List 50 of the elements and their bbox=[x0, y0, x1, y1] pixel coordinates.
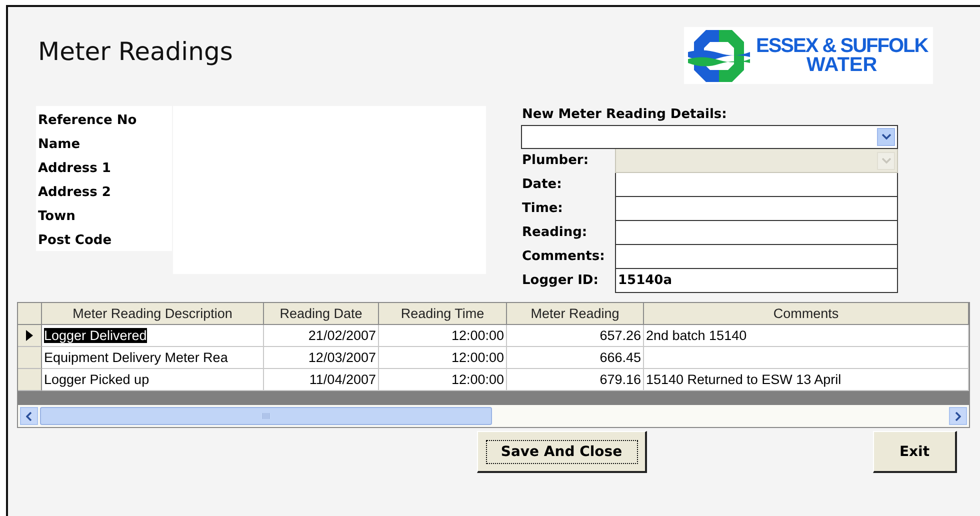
table-cell: 15140 Returned to ESW 13 April bbox=[644, 369, 969, 391]
table-cell: 12:00:00 bbox=[379, 347, 507, 369]
table-cell: 12:00:00 bbox=[379, 369, 507, 391]
column-header[interactable]: Comments bbox=[644, 303, 969, 325]
exit-button[interactable]: Exit bbox=[873, 431, 957, 473]
save-button[interactable]: Save And Close bbox=[477, 431, 647, 473]
scroll-right-icon[interactable] bbox=[949, 407, 967, 425]
row-selector[interactable] bbox=[18, 325, 42, 347]
input-field[interactable] bbox=[615, 197, 898, 221]
table-cell: Equipment Delivery Meter Rea bbox=[42, 347, 264, 369]
field-label: Town bbox=[37, 208, 76, 226]
selected-cell-text: Logger Delivered bbox=[44, 328, 147, 343]
table-cell: Logger Picked up bbox=[42, 369, 264, 391]
table-cell: 2nd batch 15140 bbox=[644, 325, 969, 347]
logo-text: ESSEX & SUFFOLK bbox=[756, 36, 928, 56]
scroll-thumb[interactable] bbox=[40, 407, 492, 425]
logo-icon bbox=[688, 28, 750, 84]
scroll-left-icon[interactable] bbox=[20, 407, 38, 425]
field-label: Reading: bbox=[521, 224, 588, 242]
table-cell: 12/03/2007 bbox=[264, 347, 379, 369]
table-cell: 12:00:00 bbox=[379, 325, 507, 347]
column-header[interactable]: Reading Time bbox=[379, 303, 507, 325]
field-label: Address 1 bbox=[37, 160, 112, 178]
logo-text: WATER bbox=[806, 56, 878, 74]
input-field[interactable] bbox=[615, 173, 898, 197]
field-label: Reference No bbox=[37, 112, 138, 130]
field-label: Address 2 bbox=[37, 184, 112, 202]
field-label: Comments: bbox=[521, 248, 606, 266]
table-cell: 666.45 bbox=[507, 347, 644, 369]
window-title: Meter Readings bbox=[38, 37, 233, 68]
field-label: Post Code bbox=[37, 232, 113, 250]
table-cell: 657.26 bbox=[507, 325, 644, 347]
field-label: Time: bbox=[521, 200, 564, 218]
column-header[interactable]: Reading Date bbox=[264, 303, 379, 325]
column-header[interactable]: Meter Reading bbox=[507, 303, 644, 325]
section-heading: New Meter Reading Details: bbox=[521, 106, 728, 124]
table-cell: 11/04/2007 bbox=[264, 369, 379, 391]
current-row-icon bbox=[26, 330, 33, 341]
input-field[interactable] bbox=[615, 221, 898, 245]
table-cell: 679.16 bbox=[507, 369, 644, 391]
field-label: Logger ID: bbox=[521, 272, 600, 290]
input-field[interactable]: 15140a bbox=[615, 269, 898, 293]
horizontal-scrollbar[interactable] bbox=[18, 405, 969, 427]
field-label: Plumber: bbox=[521, 152, 590, 170]
column-header[interactable]: Meter Reading Description bbox=[42, 303, 264, 325]
field-label: Name bbox=[37, 136, 82, 154]
input-field[interactable] bbox=[615, 245, 898, 269]
reading-type-dropdown[interactable] bbox=[521, 125, 898, 149]
table-cell: 21/02/2007 bbox=[264, 325, 379, 347]
field-label: Date: bbox=[521, 176, 563, 194]
